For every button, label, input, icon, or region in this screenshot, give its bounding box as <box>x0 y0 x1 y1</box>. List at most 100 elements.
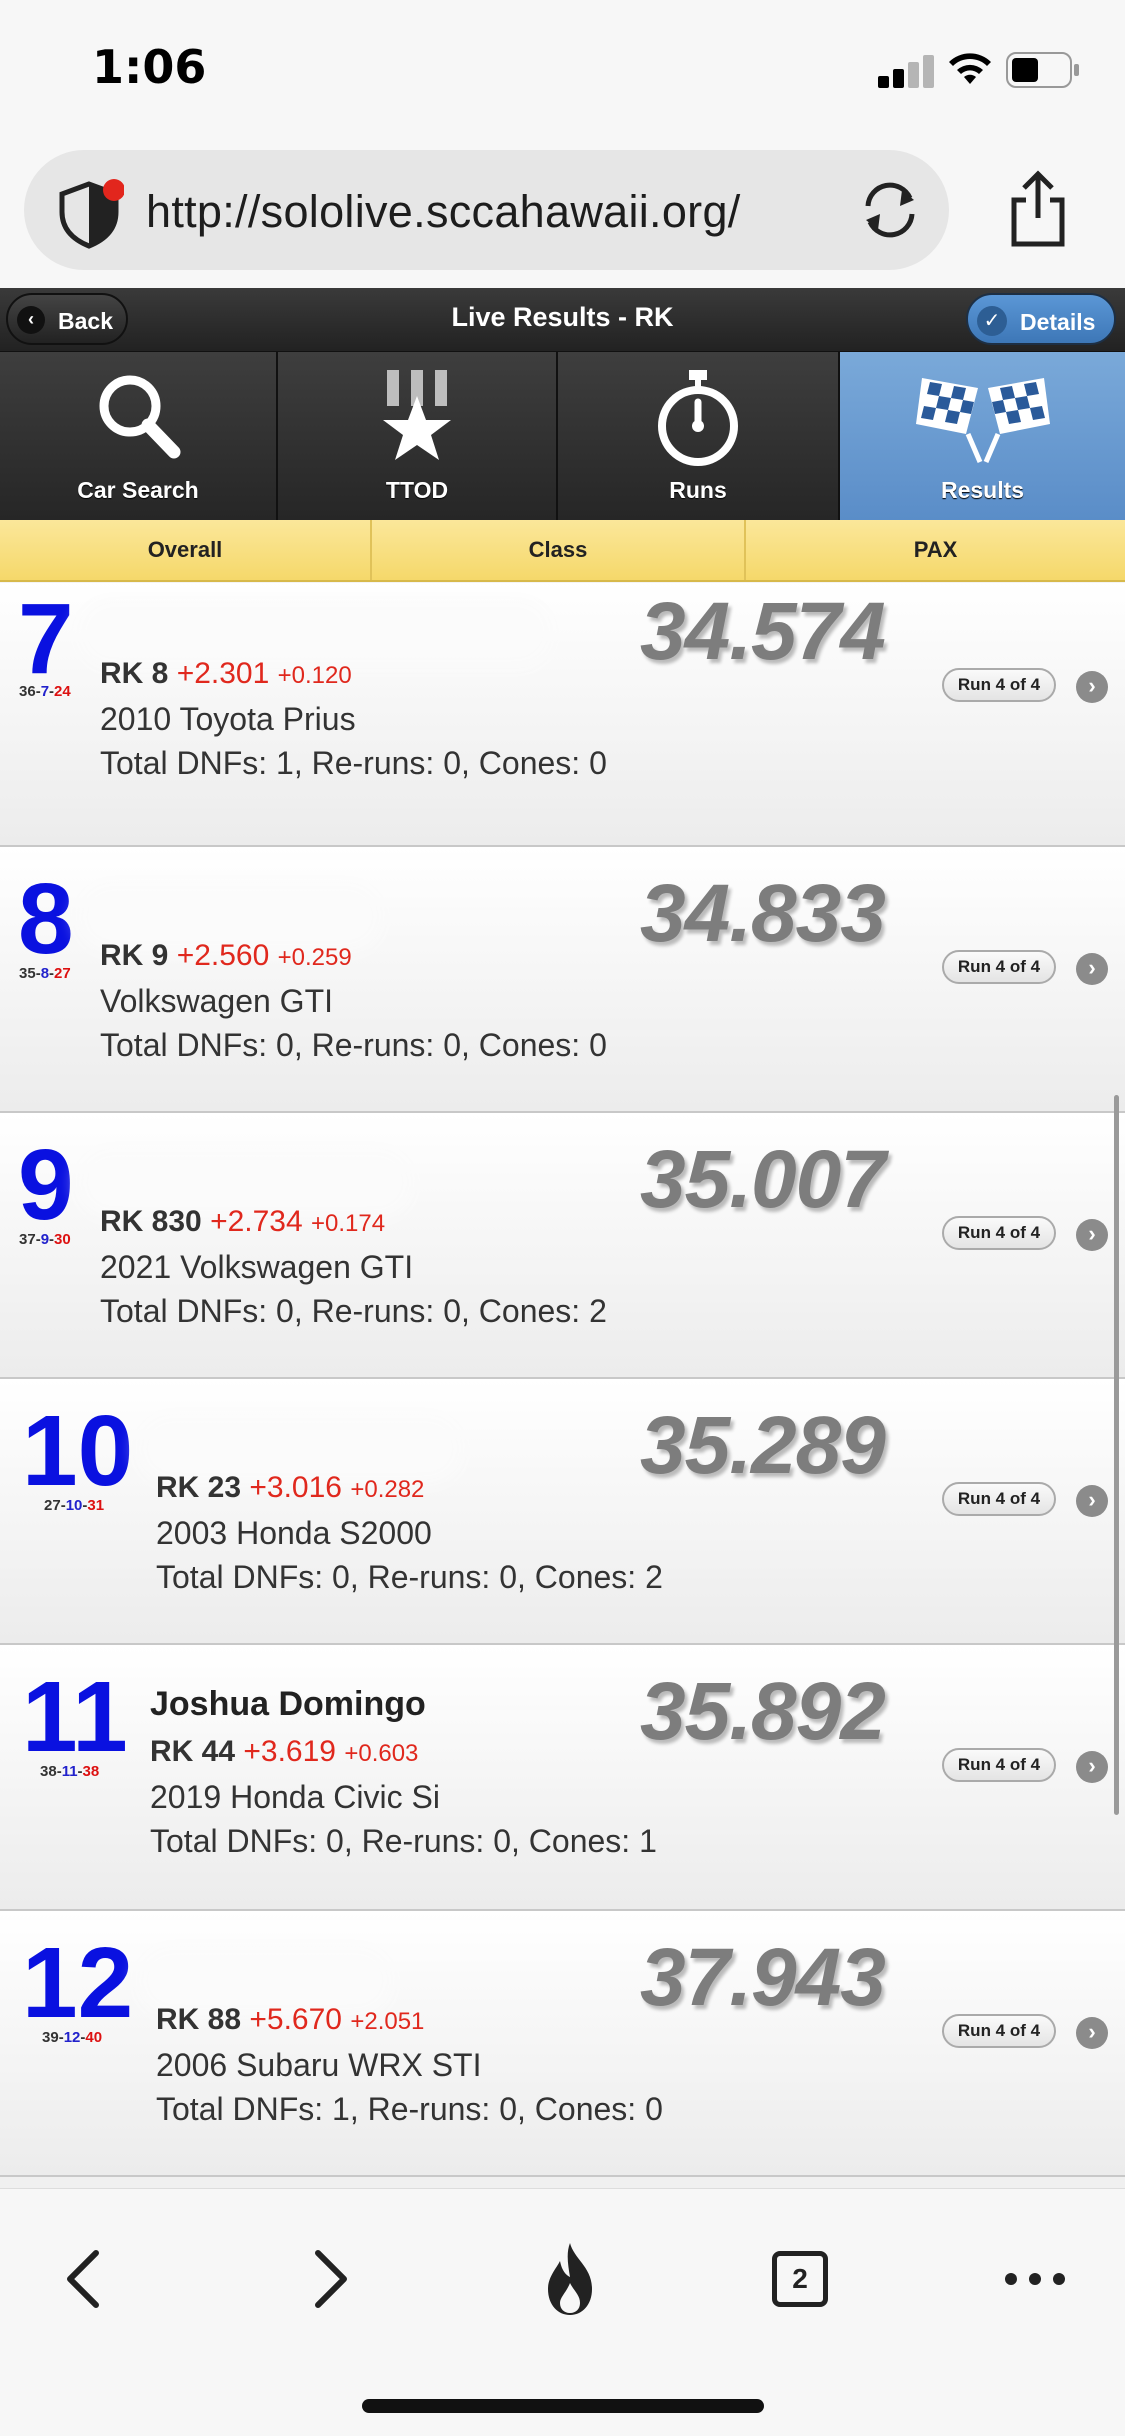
overall-rank: 38 <box>40 1763 57 1780</box>
overall-rank: 36 <box>19 683 36 700</box>
position-number: 9 <box>18 1129 74 1241</box>
pax-rank: 38 <box>82 1763 100 1780</box>
tab-results[interactable]: Results <box>840 352 1125 520</box>
share-icon[interactable] <box>1006 170 1070 248</box>
position-number: 7 <box>18 583 74 695</box>
best-time: 37.943 <box>640 1932 886 2023</box>
list-item[interactable]: 12 39-12-40 RK 88 +5.670 +2.051 2006 Sub… <box>0 1911 1125 2177</box>
tab-bar: Car Search TTOD Runs Results <box>0 352 1125 520</box>
position-breakdown: 35-8-27 <box>19 965 71 982</box>
flame-extension-icon[interactable] <box>530 2239 610 2319</box>
car-model: Volkswagen GTI <box>100 983 333 1019</box>
position-breakdown: 38-11-38 <box>40 1763 100 1780</box>
position-number: 11 <box>22 1661 128 1773</box>
list-item[interactable]: 10 27-10-31 RK 23 +3.016 +0.282 2003 Hon… <box>0 1379 1125 1645</box>
list-item[interactable]: 11 38-11-38 Joshua Domingo RK 44 +3.619 … <box>0 1645 1125 1911</box>
list-item[interactable]: 9 37-9-30 RK 830 +2.734 +0.174 2021 Volk… <box>0 1113 1125 1379</box>
best-time: 35.007 <box>640 1134 886 1225</box>
class-rank: 9 <box>40 1231 50 1248</box>
chevron-right-icon[interactable]: › <box>1076 671 1108 703</box>
checkered-flags-icon <box>915 378 1050 463</box>
position-breakdown: 36-7-24 <box>19 683 71 700</box>
class-number: RK 44 <box>150 1735 236 1768</box>
run-totals: Total DNFs: 0, Re-runs: 0, Cones: 2 <box>100 1293 607 1329</box>
back-arrow-icon[interactable] <box>44 2239 124 2319</box>
chevron-right-icon[interactable]: › <box>1076 1219 1108 1251</box>
scrollbar[interactable] <box>1114 1095 1119 1815</box>
wifi-icon <box>949 53 991 84</box>
driver-name: Joshua Domingo <box>150 1685 426 1723</box>
run-totals: Total DNFs: 1, Re-runs: 0, Cones: 0 <box>100 745 607 781</box>
stopwatch-icon <box>658 370 738 466</box>
diff-first: +3.619 <box>243 1735 336 1768</box>
position-breakdown: 37-9-30 <box>19 1231 71 1248</box>
redacted-name <box>150 1959 380 2003</box>
class-number: RK 8 <box>100 657 169 690</box>
status-time: 1:06 <box>92 40 207 94</box>
segment-class[interactable]: Class <box>372 520 746 580</box>
car-model: 2019 Honda Civic Si <box>150 1779 440 1815</box>
run-badge: Run 4 of 4 <box>942 1482 1056 1516</box>
chevron-right-icon[interactable]: › <box>1076 2017 1108 2049</box>
diff-first: +2.560 <box>176 939 270 972</box>
tab-runs[interactable]: Runs <box>558 352 840 520</box>
medal-icon <box>383 370 451 460</box>
details-button[interactable]: ✓ Details <box>966 293 1116 345</box>
best-time: 35.289 <box>640 1400 886 1491</box>
pax-rank: 24 <box>54 683 71 700</box>
class-line: RK 88 +5.670 +2.051 <box>156 2003 424 2037</box>
battery-icon <box>1006 52 1079 88</box>
list-item[interactable]: 7 36-7-24 RK 8 +2.301 +0.120 2010 Toyota… <box>0 583 1125 847</box>
status-bar: 1:06 <box>0 0 1125 140</box>
car-model: 2003 Honda S2000 <box>156 1515 432 1551</box>
page-title: Live Results - RK <box>451 302 674 332</box>
segment-pax[interactable]: PAX <box>746 520 1125 580</box>
run-totals: Total DNFs: 0, Re-runs: 0, Cones: 0 <box>100 1027 607 1063</box>
class-line: RK 44 +3.619 +0.603 <box>150 1735 418 1769</box>
forward-arrow-icon[interactable] <box>290 2239 370 2319</box>
list-item[interactable]: 8 35-8-27 RK 9 +2.560 +0.259 Volkswagen … <box>0 847 1125 1113</box>
class-number: RK 88 <box>156 2003 242 2036</box>
run-badge: Run 4 of 4 <box>942 950 1056 984</box>
address-bar[interactable]: http://sololive.sccahawaii.org/ <box>24 150 949 270</box>
diff-previous: +0.282 <box>350 1476 425 1503</box>
segment-overall[interactable]: Overall <box>0 520 372 580</box>
redacted-name <box>90 611 540 655</box>
overall-rank: 39 <box>42 2029 59 2046</box>
class-line: RK 8 +2.301 +0.120 <box>100 657 352 691</box>
class-rank: 7 <box>40 683 50 700</box>
overall-rank: 27 <box>44 1497 61 1514</box>
home-indicator <box>362 2399 764 2413</box>
car-model: 2006 Subaru WRX STI <box>156 2047 482 2083</box>
class-number: RK 9 <box>100 939 169 972</box>
class-rank: 12 <box>63 2029 81 2046</box>
chevron-right-icon[interactable]: › <box>1076 953 1108 985</box>
tab-label: TTOD <box>385 477 449 503</box>
redacted-name <box>90 1161 400 1205</box>
reload-icon[interactable] <box>854 180 926 240</box>
app-header: ‹ Back Live Results - RK ✓ Details <box>0 288 1125 352</box>
run-totals: Total DNFs: 0, Re-runs: 0, Cones: 1 <box>150 1823 657 1859</box>
chevron-right-icon[interactable]: › <box>1076 1485 1108 1517</box>
tab-count: 2 <box>772 2251 828 2307</box>
tabs-button[interactable]: 2 <box>760 2239 840 2319</box>
tab-ttod[interactable]: TTOD <box>278 352 558 520</box>
car-model: 2010 Toyota Prius <box>100 701 356 737</box>
segmented-control: Overall Class PAX <box>0 520 1125 582</box>
diff-first: +3.016 <box>249 1471 342 1504</box>
pax-rank: 27 <box>54 965 71 982</box>
chevron-right-icon[interactable]: › <box>1076 1751 1108 1783</box>
run-totals: Total DNFs: 0, Re-runs: 0, Cones: 2 <box>156 1559 663 1595</box>
privacy-shield-icon[interactable] <box>54 178 124 250</box>
position-number: 12 <box>22 1927 134 2039</box>
tab-label: Runs <box>669 477 727 503</box>
class-rank: 8 <box>40 965 50 982</box>
more-options-icon[interactable] <box>995 2239 1075 2319</box>
tab-car-search[interactable]: Car Search <box>0 352 278 520</box>
run-badge: Run 4 of 4 <box>942 668 1056 702</box>
class-line: RK 23 +3.016 +0.282 <box>156 1471 424 1505</box>
diff-previous: +0.259 <box>277 944 352 971</box>
diff-first: +2.734 <box>210 1205 303 1238</box>
pax-rank: 30 <box>54 1231 71 1248</box>
diff-previous: +0.174 <box>311 1210 386 1237</box>
